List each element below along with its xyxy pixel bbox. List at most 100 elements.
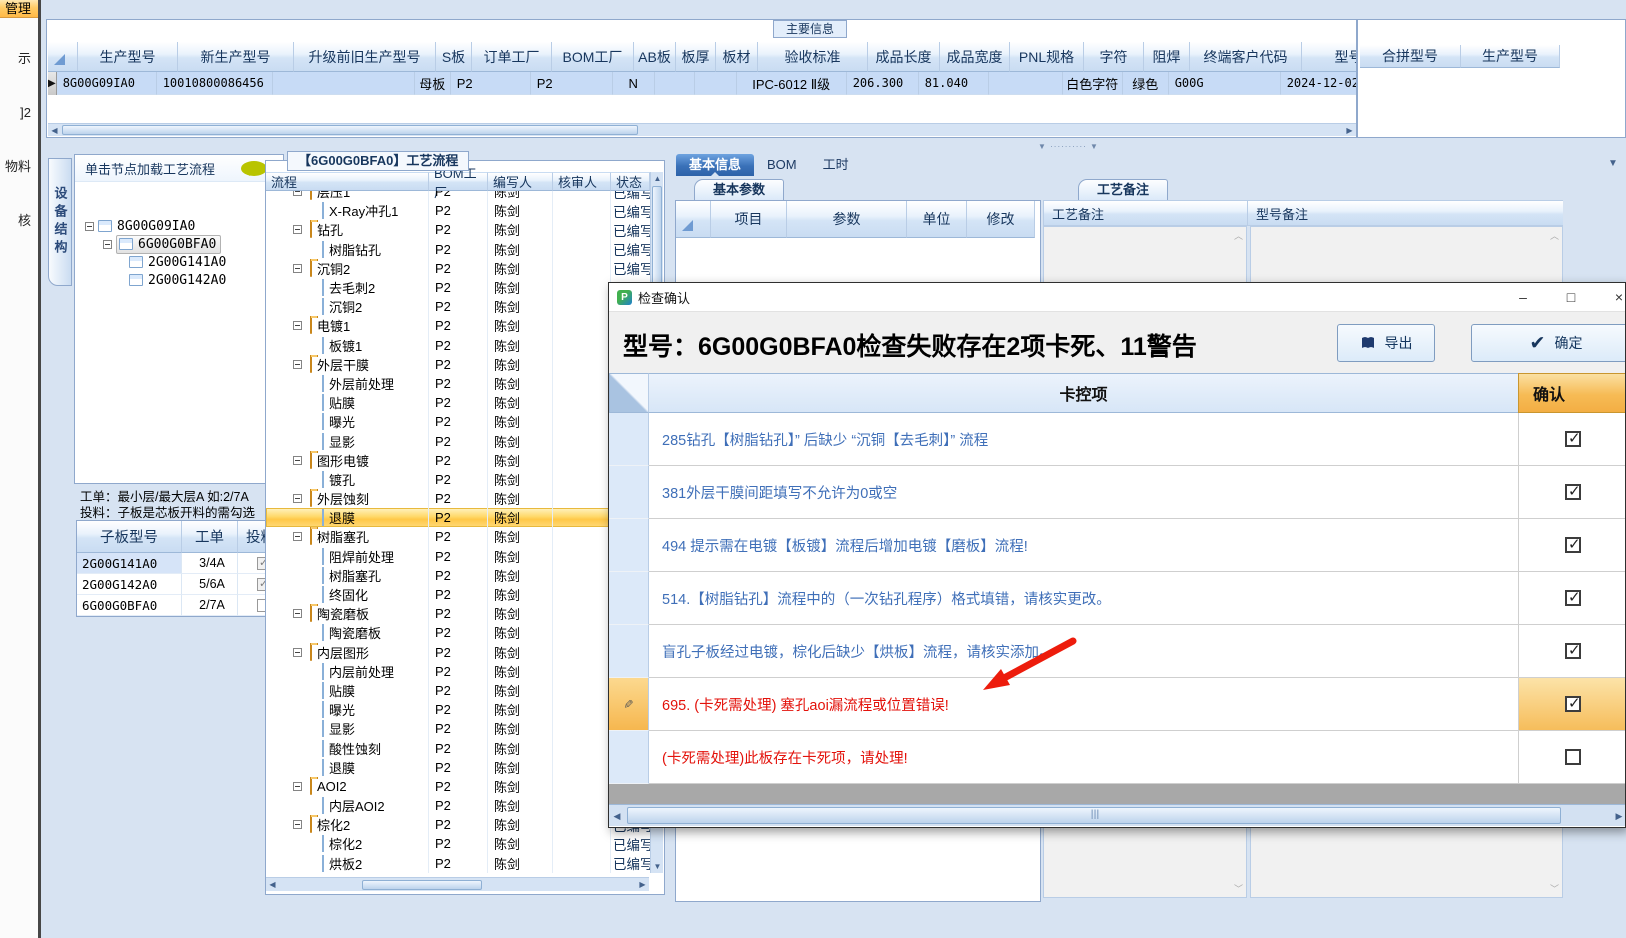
scroll-thumb[interactable] (627, 807, 1561, 824)
tab-bom[interactable]: BOM (754, 154, 810, 176)
scroll-down-icon[interactable]: ▼ (651, 860, 664, 873)
checkbox-icon[interactable] (1565, 535, 1581, 553)
tab-worktime[interactable]: 工时 (810, 154, 862, 176)
subboard-row[interactable]: 2G00G142A0 5/6A (77, 574, 284, 595)
column-header[interactable]: 验收标准 (758, 42, 868, 72)
row-header-cell[interactable] (609, 413, 649, 466)
flow-row[interactable]: 层压1 P2 陈剑 已编写 (266, 191, 650, 202)
column-header[interactable]: 型号备注 (1247, 200, 1563, 226)
column-header[interactable]: 工单 (182, 521, 238, 553)
scroll-up-icon[interactable]: ▲ (651, 172, 664, 185)
collapse-icon[interactable] (293, 781, 302, 791)
row-header-cell[interactable] (609, 519, 649, 572)
flow-row[interactable]: 曝光 P2 陈剑 已编写 (266, 700, 650, 720)
flow-row[interactable]: 图形电镀 P2 陈剑 已编写 (266, 450, 650, 470)
tab-process-remark[interactable]: 工艺备注 (1078, 179, 1169, 200)
flow-row[interactable]: 棕化2 P2 陈剑 已编写 (266, 834, 650, 854)
flow-row[interactable]: 贴膜 P2 陈剑 已编写 (266, 393, 650, 413)
column-header[interactable]: 生产型号 (78, 42, 178, 72)
flow-row[interactable]: 树脂钻孔 P2 陈剑 已编写 (266, 239, 650, 259)
column-header[interactable]: 升级前旧生产型号 (294, 42, 436, 72)
left-nav-item[interactable]: 物料 (0, 158, 38, 176)
column-header[interactable]: 生产型号 (1461, 45, 1560, 68)
left-nav-item[interactable]: ]2 (0, 104, 38, 122)
column-header[interactable]: 阻焊 (1144, 42, 1190, 72)
collapse-icon[interactable] (293, 647, 302, 657)
column-header[interactable]: 工艺备注 (1043, 200, 1247, 226)
flow-row[interactable]: 显影 P2 陈剑 已编写 (266, 719, 650, 739)
tab-process-flow[interactable]: 【6G00G0BFA0】工艺流程 (287, 151, 470, 171)
confirm-cell[interactable] (1518, 572, 1625, 625)
collapse-icon[interactable] (293, 494, 302, 504)
flow-row[interactable]: 板镀1 P2 陈剑 已编写 (266, 335, 650, 355)
row-header-cell[interactable] (609, 466, 649, 519)
collapse-icon[interactable] (85, 221, 94, 231)
collapse-icon[interactable] (293, 191, 302, 197)
column-header[interactable]: 成品宽度 (940, 42, 1010, 72)
confirm-button[interactable]: ✔ 确定 (1471, 324, 1625, 362)
scroll-thumb[interactable] (362, 879, 482, 890)
column-header[interactable]: 状态 (611, 172, 650, 191)
collapse-icon[interactable] (293, 359, 302, 369)
flow-row[interactable]: X-Ray冲孔1 P2 陈剑 已编写 (266, 201, 650, 221)
column-header[interactable]: 单位 (907, 201, 967, 238)
collapse-icon[interactable] (293, 455, 302, 465)
flow-row[interactable]: 电镀1 P2 陈剑 已编写 (266, 316, 650, 336)
confirm-cell[interactable] (1518, 413, 1625, 466)
dialog-titlebar[interactable]: P 检查确认 (609, 283, 1625, 311)
flow-row[interactable]: 内层图形 P2 陈剑 已编写 (266, 642, 650, 662)
dialog-hscrollbar[interactable]: ◀ ▶ (609, 804, 1625, 827)
column-header[interactable]: 流程 (266, 172, 429, 191)
flow-row[interactable]: 树脂塞孔 P2 陈剑 已编写 (266, 527, 650, 547)
flow-row[interactable]: 烘板2 P2 陈剑 已编写 (266, 853, 650, 873)
scroll-left-icon[interactable]: ◀ (609, 805, 625, 827)
flow-row[interactable]: 终固化 P2 陈剑 已编写 (266, 584, 650, 605)
select-all-cell[interactable] (609, 373, 649, 413)
collapse-icon[interactable] (103, 239, 112, 249)
flow-row[interactable]: 树脂塞孔 P2 陈剑 已编写 (266, 565, 650, 585)
column-header[interactable]: BOM工厂 (429, 166, 488, 200)
flow-row[interactable]: 内层AOI2 P2 陈剑 已编写 (266, 796, 650, 816)
scroll-right-icon[interactable]: ▶ (636, 878, 649, 891)
flow-row[interactable]: 陶瓷磨板 P2 陈剑 已编写 (266, 604, 650, 624)
scroll-right-icon[interactable]: ▶ (1343, 124, 1356, 137)
close-button[interactable]: × (1603, 287, 1625, 307)
tab-basic-params[interactable]: 基本参数 (694, 179, 785, 200)
flow-row[interactable]: 棕化2 P2 陈剑 已编写 (266, 815, 650, 835)
tree-node-child[interactable]: 2G00G141A0 (129, 253, 226, 271)
scroll-down-icon[interactable]: ﹀ (1550, 882, 1559, 895)
flow-row[interactable]: AOI2 P2 陈剑 已编写 (266, 776, 650, 796)
flow-row[interactable]: 沉铜2 P2 陈剑 已编写 (266, 258, 650, 278)
column-header[interactable]: 型号创建时间 (1302, 42, 1356, 72)
scroll-up-icon[interactable]: ︿ (1234, 229, 1243, 242)
flow-row[interactable]: 贴膜 P2 陈剑 已编写 (266, 680, 650, 701)
column-header[interactable]: 板厚 (676, 42, 716, 72)
flow-row[interactable]: 曝光 P2 陈剑 已编写 (266, 412, 650, 432)
row-header-cell[interactable] (609, 625, 649, 678)
check-item-row[interactable]: 285钻孔【树脂钻孔】” 后缺少 “沉铜【去毛刺】” 流程 (609, 413, 1625, 466)
checkbox-icon[interactable] (1565, 588, 1581, 606)
column-header[interactable]: 订单工厂 (472, 42, 552, 72)
column-header[interactable]: 项目 (711, 201, 787, 238)
check-item-row[interactable]: ✎ 695. (卡死需处理) 塞孔aoi漏流程或位置错误! (609, 678, 1625, 731)
column-header[interactable]: 字符 (1084, 42, 1144, 72)
flow-row[interactable]: 沉铜2 P2 陈剑 已编写 (266, 297, 650, 317)
column-header[interactable]: 新生产型号 (178, 42, 294, 72)
flow-row[interactable]: 阻焊前处理 P2 陈剑 已编写 (266, 546, 650, 566)
flow-row[interactable]: 陶瓷磨板 P2 陈剑 已编写 (266, 623, 650, 643)
column-header[interactable]: 合拼型号 (1360, 45, 1461, 68)
column-header[interactable]: AB板 (634, 42, 676, 72)
comment-bubble-icon[interactable] (241, 161, 267, 176)
row-header-cell[interactable]: ✎ (609, 678, 649, 731)
collapse-icon[interactable] (293, 263, 302, 273)
panel-collapse-icon[interactable]: ▼ (1608, 158, 1618, 169)
column-header[interactable]: 板材 (716, 42, 758, 72)
flow-row[interactable]: 外层前处理 P2 陈剑 已编写 (266, 373, 650, 394)
tree-node-selected[interactable]: 6G00G0BFA0 (103, 234, 222, 254)
flow-row[interactable]: 去毛刺2 P2 陈剑 已编写 (266, 277, 650, 298)
scroll-up-icon[interactable]: ︿ (1550, 229, 1559, 242)
collapse-icon[interactable] (293, 225, 302, 235)
confirm-cell[interactable] (1518, 731, 1625, 784)
subboard-row[interactable]: 2G00G141A0 3/4A (77, 553, 284, 574)
column-header[interactable]: 修改 (967, 201, 1035, 238)
